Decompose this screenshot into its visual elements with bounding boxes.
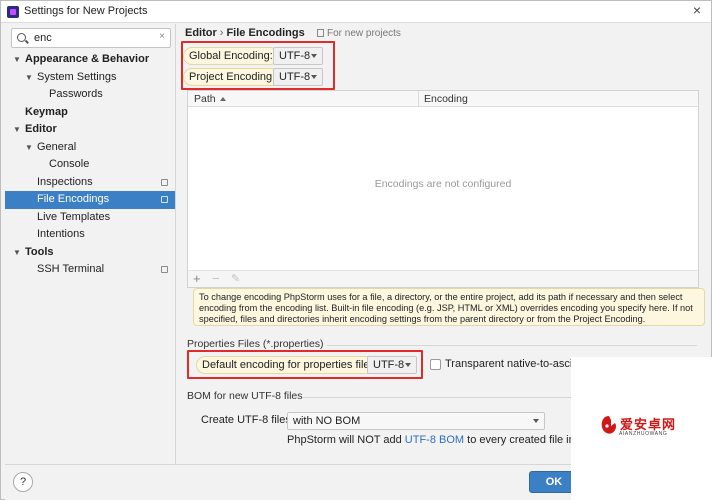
column-header-path-label: Path <box>194 93 216 105</box>
tree-item-label: Console <box>49 158 90 170</box>
default-properties-encoding-select[interactable]: UTF-8 <box>367 356 417 374</box>
project-encoding-select[interactable]: UTF-8 <box>273 68 323 86</box>
window-title: Settings for New Projects <box>24 5 148 17</box>
tree-item-appearance-behavior[interactable]: ▼ Appearance & Behavior <box>5 51 175 69</box>
global-encoding-value: UTF-8 <box>279 50 311 62</box>
tree-item-inspections[interactable]: Inspections <box>5 174 175 192</box>
edit-path-button[interactable]: ✎ <box>231 271 240 287</box>
tree-item-label: Passwords <box>49 88 103 100</box>
tree-item-ssh-terminal[interactable]: SSH Terminal <box>5 261 175 279</box>
scope-hint-text: For new projects <box>327 28 401 39</box>
chevron-down-icon <box>311 54 317 58</box>
breadcrumb-separator: › <box>219 27 224 39</box>
bom-section-title: BOM for new UTF-8 files <box>187 390 303 402</box>
chevron-down-icon[interactable]: ▼ <box>13 51 21 69</box>
breadcrumb: Editor › File Encodings <box>185 27 305 39</box>
help-button[interactable]: ? <box>13 472 33 492</box>
project-encoding-value: UTF-8 <box>279 71 311 83</box>
properties-section-title: Properties Files (*.properties) <box>187 338 324 350</box>
tree-item-general[interactable]: ▼ General <box>5 139 175 157</box>
global-encoding-select[interactable]: UTF-8 <box>273 47 323 65</box>
add-path-button[interactable]: + <box>193 271 201 287</box>
chevron-down-icon[interactable]: ▼ <box>25 69 33 87</box>
breadcrumb-parent[interactable]: Editor <box>185 27 217 39</box>
bom-note: PhpStorm will NOT add UTF-8 BOM to every… <box>287 434 609 446</box>
tree-item-label: System Settings <box>37 70 117 83</box>
tree-item-label: Inspections <box>37 175 93 188</box>
global-encoding-label: Global Encoding: <box>183 47 279 65</box>
tree-item-live-templates[interactable]: Live Templates <box>5 209 175 227</box>
project-encoding-label: Project Encoding: <box>183 68 282 86</box>
project-scope-icon <box>161 266 168 273</box>
scope-hint: For new projects <box>317 28 401 39</box>
chevron-down-icon[interactable]: ▼ <box>25 139 33 157</box>
project-scope-icon <box>317 29 324 37</box>
tree-item-label: Tools <box>25 245 54 258</box>
tree-item-intentions[interactable]: Intentions <box>5 226 175 244</box>
tree-item-system-settings[interactable]: ▼ System Settings <box>5 69 175 87</box>
encoding-help-tooltip: To change encoding PhpStorm uses for a f… <box>193 288 705 326</box>
column-header-encoding[interactable]: Encoding <box>424 93 468 105</box>
chevron-down-icon <box>533 419 539 423</box>
settings-tree: ▼ Appearance & Behavior ▼ System Setting… <box>5 51 175 279</box>
encodings-table[interactable]: Path Encoding Encodings are not configur… <box>187 90 699 288</box>
chevron-down-icon <box>311 75 317 79</box>
column-divider[interactable] <box>418 91 419 107</box>
close-icon[interactable]: × <box>693 2 701 18</box>
transparent-native-to-ascii-label[interactable]: Transparent native-to-ascii co <box>445 358 590 370</box>
create-utf8-select[interactable]: with NO BOM <box>287 412 545 430</box>
watermark-logo-icon <box>601 416 616 434</box>
default-properties-encoding-label: Default encoding for properties files: <box>196 356 385 374</box>
project-scope-icon <box>161 178 168 186</box>
sort-ascending-icon <box>219 97 226 101</box>
project-scope-icon <box>161 196 168 203</box>
breadcrumb-current: File Encodings <box>226 27 305 39</box>
column-header-path[interactable]: Path <box>194 93 226 105</box>
create-utf8-label: Create UTF-8 files: <box>201 414 294 426</box>
table-toolbar: + − ✎ <box>187 270 699 288</box>
chevron-down-icon[interactable]: ▼ <box>13 244 21 262</box>
tree-item-label: Editor <box>25 123 57 135</box>
tree-item-label: Appearance & Behavior <box>25 53 150 65</box>
empty-table-message: Encodings are not configured <box>374 178 512 190</box>
clear-search-icon[interactable]: × <box>159 31 165 42</box>
create-utf8-value: with NO BOM <box>293 415 361 427</box>
tree-item-label: General <box>37 140 77 153</box>
default-properties-encoding-value: UTF-8 <box>373 359 405 371</box>
tree-item-label: SSH Terminal <box>37 263 105 275</box>
tree-item-console[interactable]: Console <box>5 156 175 174</box>
watermark-subtext: AIANZHUOWANG <box>619 431 668 437</box>
tree-item-passwords[interactable]: Passwords <box>5 86 175 104</box>
tree-item-tools[interactable]: ▼ Tools <box>5 244 175 262</box>
table-header: Path Encoding <box>188 91 698 107</box>
tree-item-label: Intentions <box>37 228 85 240</box>
tree-item-label: Keymap <box>25 105 68 118</box>
tree-item-label: File Encodings <box>37 193 110 205</box>
section-divider <box>327 345 697 346</box>
search-value[interactable]: enc <box>34 32 52 44</box>
chevron-down-icon <box>405 363 411 367</box>
title-bar: Settings for New Projects × <box>1 1 711 23</box>
transparent-native-to-ascii-checkbox[interactable] <box>430 359 441 370</box>
remove-path-button[interactable]: − <box>212 271 220 287</box>
tree-item-editor[interactable]: ▼ Editor <box>5 121 175 139</box>
settings-search-input[interactable]: enc × <box>11 28 171 48</box>
bom-note-prefix: PhpStorm will NOT add <box>287 434 405 446</box>
tree-item-keymap[interactable]: Keymap <box>5 104 175 122</box>
settings-sidebar: enc × ▼ Appearance & Behavior ▼ System S… <box>5 24 176 464</box>
phpstorm-app-icon <box>7 6 19 18</box>
chevron-down-icon[interactable]: ▼ <box>13 121 21 139</box>
tree-item-label: Live Templates <box>37 210 111 223</box>
search-icon <box>17 33 26 42</box>
tree-item-file-encodings[interactable]: File Encodings <box>5 191 175 209</box>
watermark: 爱安卓网 AIANZHUOWANG <box>571 357 712 500</box>
utf8-bom-link[interactable]: UTF-8 BOM <box>405 434 464 446</box>
